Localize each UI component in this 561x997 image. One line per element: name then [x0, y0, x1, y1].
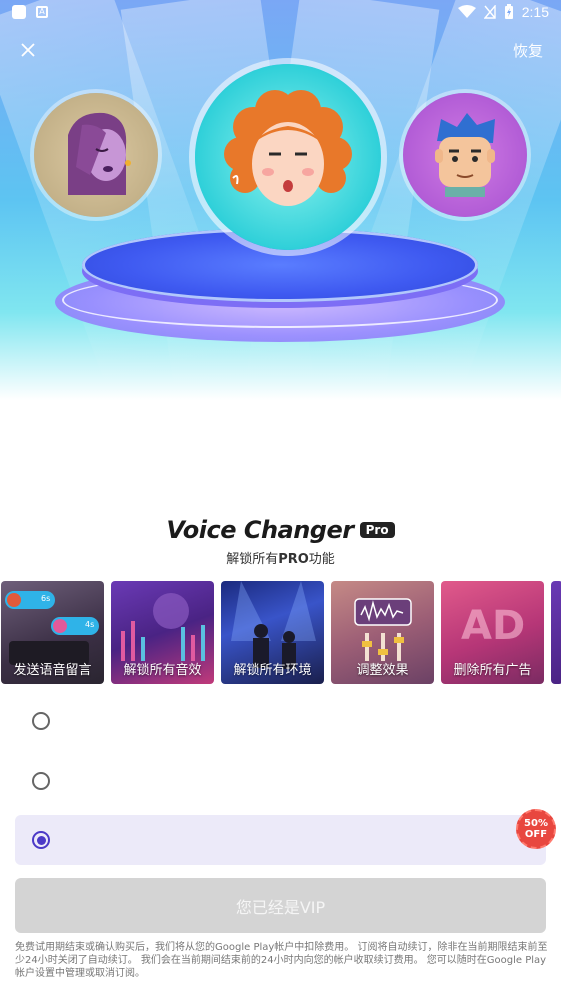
hero-banner — [0, 0, 561, 400]
radio-button[interactable] — [32, 772, 50, 790]
restore-purchase-button[interactable]: 恢复 — [513, 40, 543, 61]
feature-card-partial[interactable] — [551, 581, 561, 684]
woman-avatar — [34, 93, 158, 217]
plan-option-3[interactable]: 50% OFF — [15, 809, 556, 865]
discount-percent: 50% — [524, 818, 548, 829]
radio-button[interactable] — [32, 712, 50, 730]
woman-avatar-icon — [68, 112, 131, 195]
feature-label: 发送语音留言 — [13, 663, 92, 678]
app-title: Voice Changer Pro — [166, 516, 395, 544]
curly-hair-girl-avatar-icon — [224, 90, 352, 206]
subtitle-prefix: 解锁所有 — [226, 552, 279, 567]
close-button[interactable] — [14, 38, 42, 66]
feature-carousel[interactable]: 6s 4s 发送语音留言 解锁所有音效 解锁所有环境 调整效果 AD 删除所有广… — [0, 581, 561, 684]
feature-label: 删除所有广告 — [453, 663, 532, 678]
subtitle-bold: PRO — [278, 552, 309, 567]
feature-card-remove-ads[interactable]: AD 删除所有广告 — [441, 581, 544, 684]
plan-option-1[interactable] — [15, 696, 546, 746]
feature-card-environments[interactable]: 解锁所有环境 — [221, 581, 324, 684]
status-bar: A 2:15 — [0, 0, 561, 24]
man-avatar-icon — [435, 113, 495, 197]
feature-card-adjust-effects[interactable]: 调整效果 — [331, 581, 434, 684]
radio-button-selected[interactable] — [32, 831, 50, 849]
subtitle-suffix: 功能 — [308, 552, 335, 567]
clock: 2:15 — [521, 4, 549, 20]
battery-charging-icon — [504, 4, 513, 19]
voice-duration-tag-2: 4s — [85, 620, 95, 629]
feature-label: 解锁所有音效 — [123, 663, 202, 678]
man-avatar — [403, 93, 527, 217]
pro-badge: Pro — [359, 522, 395, 538]
no-signal-icon — [483, 5, 496, 19]
a-box-icon: A — [36, 6, 48, 18]
app-square-icon — [12, 5, 26, 19]
vip-status-button[interactable]: 您已经是VIP — [15, 878, 546, 933]
title-section: Voice Changer Pro 解锁所有PRO功能 — [0, 516, 561, 567]
feature-label: 调整效果 — [356, 663, 409, 678]
curly-hair-girl-avatar — [195, 64, 381, 250]
discount-off: OFF — [524, 829, 548, 840]
legal-text: 免费试用期结束或确认购买后，我们将从您的Google Play帐户中扣除费用。 … — [15, 942, 548, 979]
discount-badge: 50% OFF — [516, 809, 556, 849]
close-icon — [21, 43, 35, 57]
feature-card-voice-message[interactable]: 6s 4s 发送语音留言 — [1, 581, 104, 684]
subtitle: 解锁所有PRO功能 — [0, 548, 561, 567]
app-name: Voice Changer — [166, 516, 354, 544]
ad-overlay-text: AD — [461, 603, 526, 649]
plan-option-2[interactable] — [15, 756, 546, 806]
wifi-icon — [457, 5, 476, 18]
feature-label: 解锁所有环境 — [233, 663, 312, 678]
feature-card-sound-effects[interactable]: 解锁所有音效 — [111, 581, 214, 684]
voice-duration-tag-1: 6s — [41, 594, 51, 603]
